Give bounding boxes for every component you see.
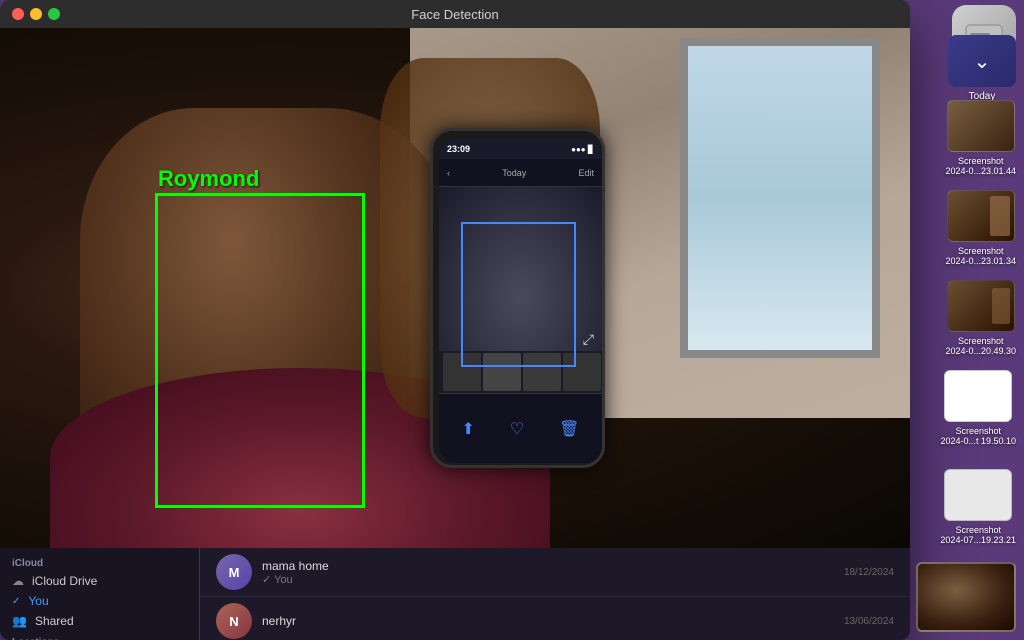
desktop-icon-screenshot-4[interactable]: Screenshot2024-0...t 19.50.10 (940, 370, 1016, 446)
sidebar-icloud-drive-label: iCloud Drive (32, 574, 97, 588)
sidebar-shared-label: Shared (35, 614, 74, 628)
message-row[interactable]: M mama home ✓ You 18/12/2024 (200, 548, 910, 597)
message-preview: ✓ You (262, 573, 834, 586)
phone-status-bar: 23:09 ●●● ▊ (439, 139, 602, 159)
desktop-icon-screenshot-3[interactable]: Screenshot2024-0...20.49.30 (945, 280, 1016, 356)
window-title: Face Detection (411, 7, 498, 22)
share-icon[interactable]: ⬆ (461, 419, 474, 439)
shared-icon: 👥 (12, 614, 27, 628)
message-name: mama home (262, 559, 834, 573)
message-row[interactable]: N nerhyr 13/06/2024 (200, 597, 910, 640)
phone-edit-button[interactable]: Edit (578, 168, 594, 178)
checkmark-icon: ✓ (12, 596, 20, 607)
locations-section-label: Locations (0, 631, 199, 640)
screenshot-thumb-3 (947, 280, 1015, 332)
desktop-icon-screenshot-5[interactable]: Screenshot2024-07...19.23.21 (940, 469, 1016, 545)
message-content: mama home ✓ You (262, 559, 834, 586)
sidebar: iCloud ☁ iCloud Drive ✓ You 👥 Shared Loc… (0, 548, 200, 640)
cloud-icon: ☁ (12, 574, 24, 588)
face-detection-box-green: Roymond (155, 193, 365, 508)
phone-header-title: Today (502, 168, 526, 178)
chevron-down-icon: ⌄ (974, 49, 991, 74)
held-phone: 23:09 ●●● ▊ ‹ Today Edit (430, 128, 605, 468)
phone-screen: 23:09 ●●● ▊ ‹ Today Edit (439, 139, 602, 463)
sidebar-item-you[interactable]: ✓ You (0, 591, 199, 611)
today-widget-box: ⌄ (948, 35, 1016, 87)
message-meta: 18/12/2024 (844, 567, 894, 578)
phone-time: 23:09 (447, 144, 470, 154)
message-date: 13/06/2024 (844, 616, 894, 627)
camera-feed: Roymond 23:09 ●●● ▊ ‹ Today Edit (0, 28, 910, 548)
maximize-button[interactable] (48, 8, 60, 20)
sidebar-item-shared[interactable]: 👥 Shared (0, 611, 199, 631)
screenshot-thumb-1 (947, 100, 1015, 152)
desktop-right: macbook-pro ⌄ Today Screenshot2024-0...2… (910, 0, 1024, 640)
bottom-panel: iCloud ☁ iCloud Drive ✓ You 👥 Shared Loc… (0, 548, 910, 640)
heart-icon[interactable]: ♡ (510, 419, 524, 439)
phone-face-detection-box (461, 222, 576, 367)
message-name: nerhyr (262, 614, 834, 628)
title-bar: Face Detection (0, 0, 910, 28)
sidebar-you-label: You (28, 594, 48, 608)
screenshot-thumb-4 (944, 370, 1012, 422)
phone-bottom-bar: ⬆ ♡ 🗑 (439, 393, 602, 463)
mini-preview-thumbnail[interactable] (916, 562, 1016, 632)
face-label: Roymond (158, 166, 259, 192)
desktop-icon-today[interactable]: ⌄ Today (948, 35, 1016, 102)
phone-header: ‹ Today Edit (439, 159, 602, 187)
icloud-section-label: iCloud (0, 556, 199, 571)
delete-icon[interactable]: 🗑 (559, 419, 579, 439)
desktop-icon-screenshot-1[interactable]: Screenshot2024-0...23.01.44 (945, 100, 1016, 176)
screenshot-1-label: Screenshot2024-0...23.01.44 (945, 156, 1016, 176)
close-button[interactable] (12, 8, 24, 20)
screenshot-thumb-2 (947, 190, 1015, 242)
message-date: 18/12/2024 (844, 567, 894, 578)
message-meta: 13/06/2024 (844, 616, 894, 627)
expand-icon[interactable]: ⤢ (583, 331, 594, 348)
phone-status-icons: ●●● ▊ (571, 145, 594, 154)
sidebar-item-icloud-drive[interactable]: ☁ iCloud Drive (0, 571, 199, 591)
message-content: nerhyr (262, 614, 834, 628)
main-window: Face Detection Roymond 23:09 ●●● ▊ (0, 0, 910, 640)
desktop-icon-screenshot-2[interactable]: Screenshot2024-0...23.01.34 (945, 190, 1016, 266)
avatar: N (216, 603, 252, 639)
screenshot-thumb-5 (944, 469, 1012, 521)
minimize-button[interactable] (30, 8, 42, 20)
room-window (680, 38, 880, 358)
screenshot-3-label: Screenshot2024-0...20.49.30 (945, 336, 1016, 356)
screenshot-2-label: Screenshot2024-0...23.01.34 (945, 246, 1016, 266)
traffic-lights (12, 8, 60, 20)
avatar: M (216, 554, 252, 590)
screenshot-5-label: Screenshot2024-07...19.23.21 (940, 525, 1016, 545)
message-list: M mama home ✓ You 18/12/2024 N nerhyr 13… (200, 548, 910, 640)
phone-back-arrow: ‹ (447, 168, 450, 178)
screenshot-4-label: Screenshot2024-0...t 19.50.10 (940, 426, 1016, 446)
